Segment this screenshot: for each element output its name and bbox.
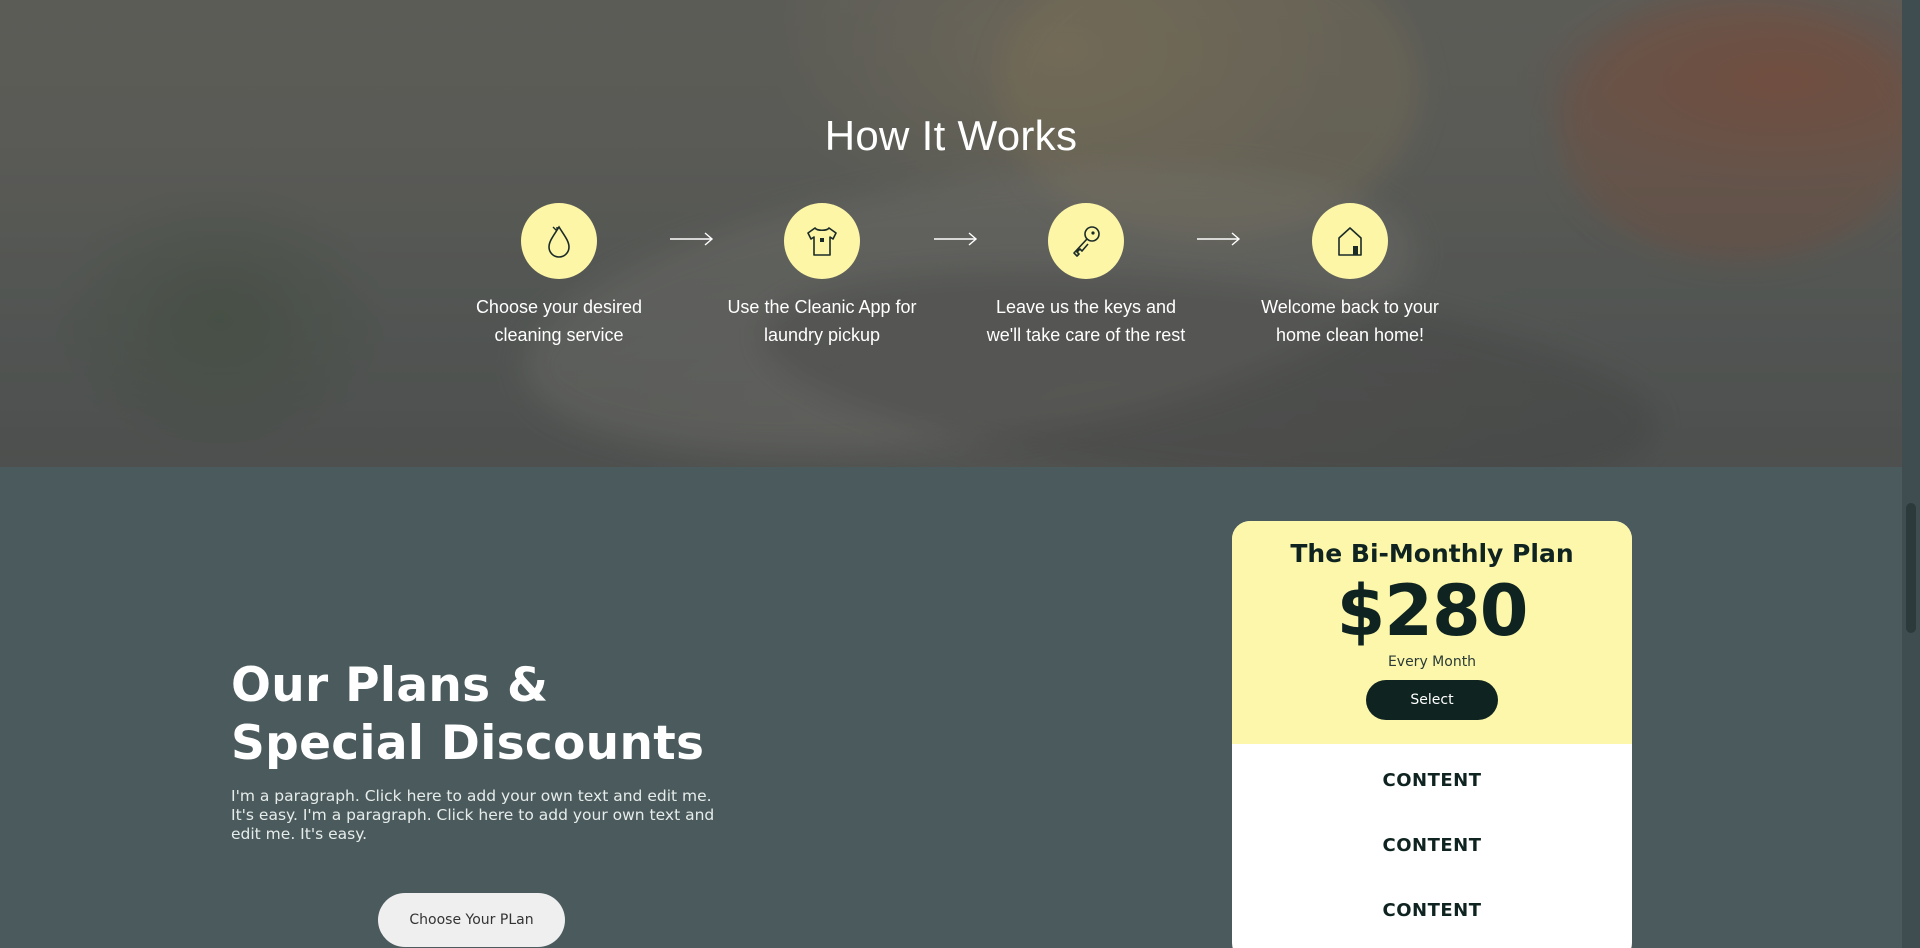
step-2: Use the Cleanic App for laundry pickup xyxy=(707,203,937,349)
step-1: Choose your desired cleaning service xyxy=(444,203,674,349)
step-text-line: Choose your desired xyxy=(475,297,643,317)
plans-paragraph: I'm a paragraph. Click here to add your … xyxy=(231,787,715,843)
plan-features-list: CONTENT CONTENT CONTENT xyxy=(1232,744,1632,948)
page-scrollbar[interactable] xyxy=(1902,0,1920,948)
tshirt-icon xyxy=(807,227,837,256)
step-icon-circle xyxy=(784,203,860,279)
step-text: Choose your desired cleaning service xyxy=(444,293,674,349)
step-text-line: we'll take care of the rest xyxy=(986,325,1186,345)
step-text-line: Welcome back to your xyxy=(1261,297,1439,317)
water-drop-icon xyxy=(548,225,570,258)
plans-heading: Our Plans & Special Discounts xyxy=(231,657,751,773)
step-text-line: Use the Cleanic App for xyxy=(727,297,917,317)
step-text-line: Leave us the keys and xyxy=(995,297,1177,317)
plan-feature-item: CONTENT xyxy=(1382,835,1482,856)
section-title: How It Works xyxy=(824,112,1078,159)
scrollbar-thumb[interactable] xyxy=(1906,503,1916,633)
how-it-works-section: How It Works Choose your desired cleanin… xyxy=(0,0,1902,467)
step-text-line: home clean home! xyxy=(1275,325,1425,345)
step-text-line: cleaning service xyxy=(494,325,624,345)
plan-price: $280 xyxy=(1336,570,1529,652)
plan-card-header: The Bi-Monthly Plan $280 Every Month Sel… xyxy=(1232,521,1632,744)
plan-period: Every Month xyxy=(1387,654,1477,670)
plan-name: The Bi-Monthly Plan xyxy=(1290,539,1574,568)
select-plan-button[interactable]: Select xyxy=(1366,680,1498,720)
steps-row: Choose your desired cleaning service Use… xyxy=(0,203,1902,363)
step-3: Leave us the keys and we'll take care of… xyxy=(971,203,1201,349)
step-4: Welcome back to your home clean home! xyxy=(1235,203,1465,349)
step-text-line: laundry pickup xyxy=(763,325,881,345)
arrow-right-icon xyxy=(934,232,978,246)
house-icon xyxy=(1338,227,1362,256)
step-icon-circle xyxy=(1048,203,1124,279)
plan-card: The Bi-Monthly Plan $280 Every Month Sel… xyxy=(1232,521,1632,948)
key-icon xyxy=(1073,226,1100,257)
step-text: Leave us the keys and we'll take care of… xyxy=(971,293,1201,349)
plans-heading-line: Our Plans & xyxy=(231,658,549,713)
step-icon-circle xyxy=(1312,203,1388,279)
arrow-right-icon xyxy=(1197,232,1241,246)
step-icon-circle xyxy=(521,203,597,279)
arrow-right-icon xyxy=(670,232,714,246)
step-text: Use the Cleanic App for laundry pickup xyxy=(707,293,937,349)
plan-feature-item: CONTENT xyxy=(1382,900,1482,921)
plans-section: Our Plans & Special Discounts I'm a para… xyxy=(0,467,1902,948)
step-text: Welcome back to your home clean home! xyxy=(1235,293,1465,349)
plan-feature-item: CONTENT xyxy=(1382,770,1482,791)
plans-heading-line: Special Discounts xyxy=(231,716,705,771)
choose-plan-button[interactable]: Choose Your PLan xyxy=(378,893,565,947)
